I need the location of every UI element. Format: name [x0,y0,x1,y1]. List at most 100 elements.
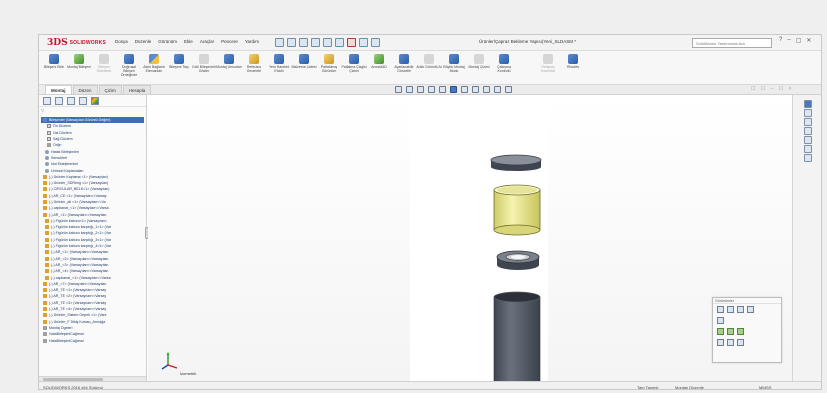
view-settings-icon[interactable] [505,86,512,93]
ribbon-button-label: Ayarlanabilir Güncelle [394,65,414,73]
close-icon[interactable]: ✕ [806,37,811,44]
advanced-button[interactable]: Gelişmiş Komutlar [537,53,559,81]
help-icon[interactable]: ? [779,37,782,44]
exploded-view-button[interactable]: Patlatılmış Görünüm [318,53,340,81]
edit-appearance-icon[interactable] [483,86,490,93]
move-component-button[interactable]: Bileşeni Taşı [168,53,190,81]
mate-button[interactable]: Montaj Bileşeni [67,53,91,81]
top-cap-part[interactable] [490,154,542,171]
file-explorer-icon[interactable] [804,118,812,126]
status-units[interactable]: MMGS [759,385,771,389]
design-library-icon[interactable] [804,109,812,117]
ring-washer-part[interactable] [496,250,540,270]
tree-node-label: (-) AR_<7> (Varsayılan<<Varsayılan [49,281,107,286]
new-document-icon[interactable] [275,38,284,47]
long-tube-part[interactable] [493,291,541,381]
search-input[interactable]: SolidWorks Yardımında Ara [692,38,772,48]
view-top-icon[interactable] [717,317,724,324]
open-document-icon[interactable] [287,38,296,47]
update-button[interactable]: Ayarlanabilir Güncelle [393,53,415,81]
assembly-model[interactable] [148,95,792,381]
tab-montaj[interactable]: Montaj [45,85,72,94]
view-front-icon[interactable] [717,306,724,313]
view-left-icon[interactable] [737,306,744,313]
view-trimetric-icon[interactable] [727,328,734,335]
graphics-area[interactable]: İzometrik Görünümler [148,95,792,381]
rhodes-button[interactable]: Rhodes [562,53,584,81]
insert-components-button[interactable]: Bileşeni Ekle [43,53,65,81]
rebuild-icon[interactable] [347,38,356,47]
section-view-icon[interactable] [428,86,435,93]
tree-node-label: (-) AR_TE <3> (Varsayılan<<Varsay [49,300,107,305]
view-palette-icon[interactable] [804,127,812,135]
view-palette: Görünümler [712,297,782,363]
custom-properties-icon[interactable] [804,145,812,153]
view-isometric-icon[interactable] [717,328,724,335]
bom-button[interactable]: Malzeme Listesi [291,53,317,81]
view-orientation-label: İzometrik [180,371,197,376]
instant3d-button[interactable]: Anında3D [368,53,390,81]
feature-manager-tree: ▽ Bileşenler (Varsayılan Görüntü Değeri)… [39,95,147,381]
yellow-sleeve-part[interactable] [493,184,541,236]
dynamic-annotation-icon[interactable] [439,86,446,93]
configuration-manager-tab-icon[interactable] [67,97,75,105]
tree-node[interactable]: HataBirleşimlCağtmal [39,337,146,343]
hide-show-items-icon[interactable] [472,86,479,93]
snapshot-button[interactable]: Anlık Görüntü Al [416,53,442,81]
part-icon [43,200,47,204]
motion-study-button[interactable]: Yeni Hareket Etüdü [268,53,290,81]
single-view-icon[interactable] [717,339,724,346]
forum-icon[interactable] [804,154,812,162]
print-icon[interactable] [311,38,320,47]
view-right-icon[interactable] [747,306,754,313]
minimize-icon[interactable]: – [787,37,790,44]
explode-line-button[interactable]: Patlatma Çizgisi Çizimi [341,53,367,81]
tab-çizim[interactable]: Çizim [98,85,122,94]
feature-manager-tab-icon[interactable] [43,97,51,105]
assembly-features-button[interactable]: Montaj Unsurları [216,53,242,81]
view-orientation-icon[interactable] [450,86,457,93]
zoom-to-area-icon[interactable] [406,86,413,93]
maximize-icon[interactable]: ▢ [796,37,802,44]
display-style-icon[interactable] [461,86,468,93]
viewport-window-controls[interactable]: ☐ ☐ – ☐ × [751,86,794,92]
two-view-icon[interactable] [727,339,734,346]
large-assembly-button[interactable]: Büyük Montaj Modu [443,53,465,81]
show-hidden-button[interactable]: Gizli Bileşenleri Göster [192,53,216,81]
dimxpert-tab-icon[interactable] [79,97,87,105]
component-preview-button[interactable]: Bileşen Önizleme [93,53,115,81]
menu-item[interactable]: Dosya [115,39,128,44]
menu-item[interactable]: Yardım [245,39,259,44]
zoom-to-fit-icon[interactable] [395,86,402,93]
linear-pattern-button[interactable]: Doğrusal Bileşen Örneğinde [118,53,140,81]
solidworks-resources-icon[interactable] [804,100,812,108]
display-manager-tab-icon[interactable] [91,97,99,105]
previous-view-icon[interactable] [417,86,424,93]
ribbon-button-label: Gelişmiş Komutlar [540,65,555,73]
assembly-drawing-button[interactable]: Montaj Çizimi [468,53,490,81]
tree-node-label: (-) AR_<2> (Varsayılan<<Varsayılan [51,256,109,261]
menu-item[interactable]: Araçlar [200,39,214,44]
menu-item[interactable]: Pencere [221,39,238,44]
options-icon[interactable] [371,38,380,47]
appearances-icon[interactable] [804,136,812,144]
property-manager-tab-icon[interactable] [55,97,63,105]
menu-item[interactable]: Görünüm [158,39,177,44]
file-properties-icon[interactable] [359,38,368,47]
menu-item[interactable]: Düzenle [135,39,152,44]
interference-button[interactable]: Çakışma Kontrolü [493,53,515,81]
menu-item[interactable]: Ekle [184,39,193,44]
tab-düzen[interactable]: Düzen [72,85,98,94]
view-back-icon[interactable] [727,306,734,313]
tree-filter[interactable]: ▽ [41,108,144,116]
solidworks-logo[interactable]: 3DS SOLIDWORKS [47,37,106,49]
save-icon[interactable] [299,38,308,47]
tab-hesapla[interactable]: Hesapla [122,85,152,94]
select-icon[interactable] [335,38,344,47]
view-dimetric-icon[interactable] [737,328,744,335]
four-view-icon[interactable] [737,339,744,346]
smart-fasteners-button[interactable]: Akıllı Bağlantı Elemanları [143,53,165,81]
apply-scene-icon[interactable] [494,86,501,93]
reference-geometry-button[interactable]: Referans Geometri [243,53,265,81]
undo-icon[interactable] [323,38,332,47]
